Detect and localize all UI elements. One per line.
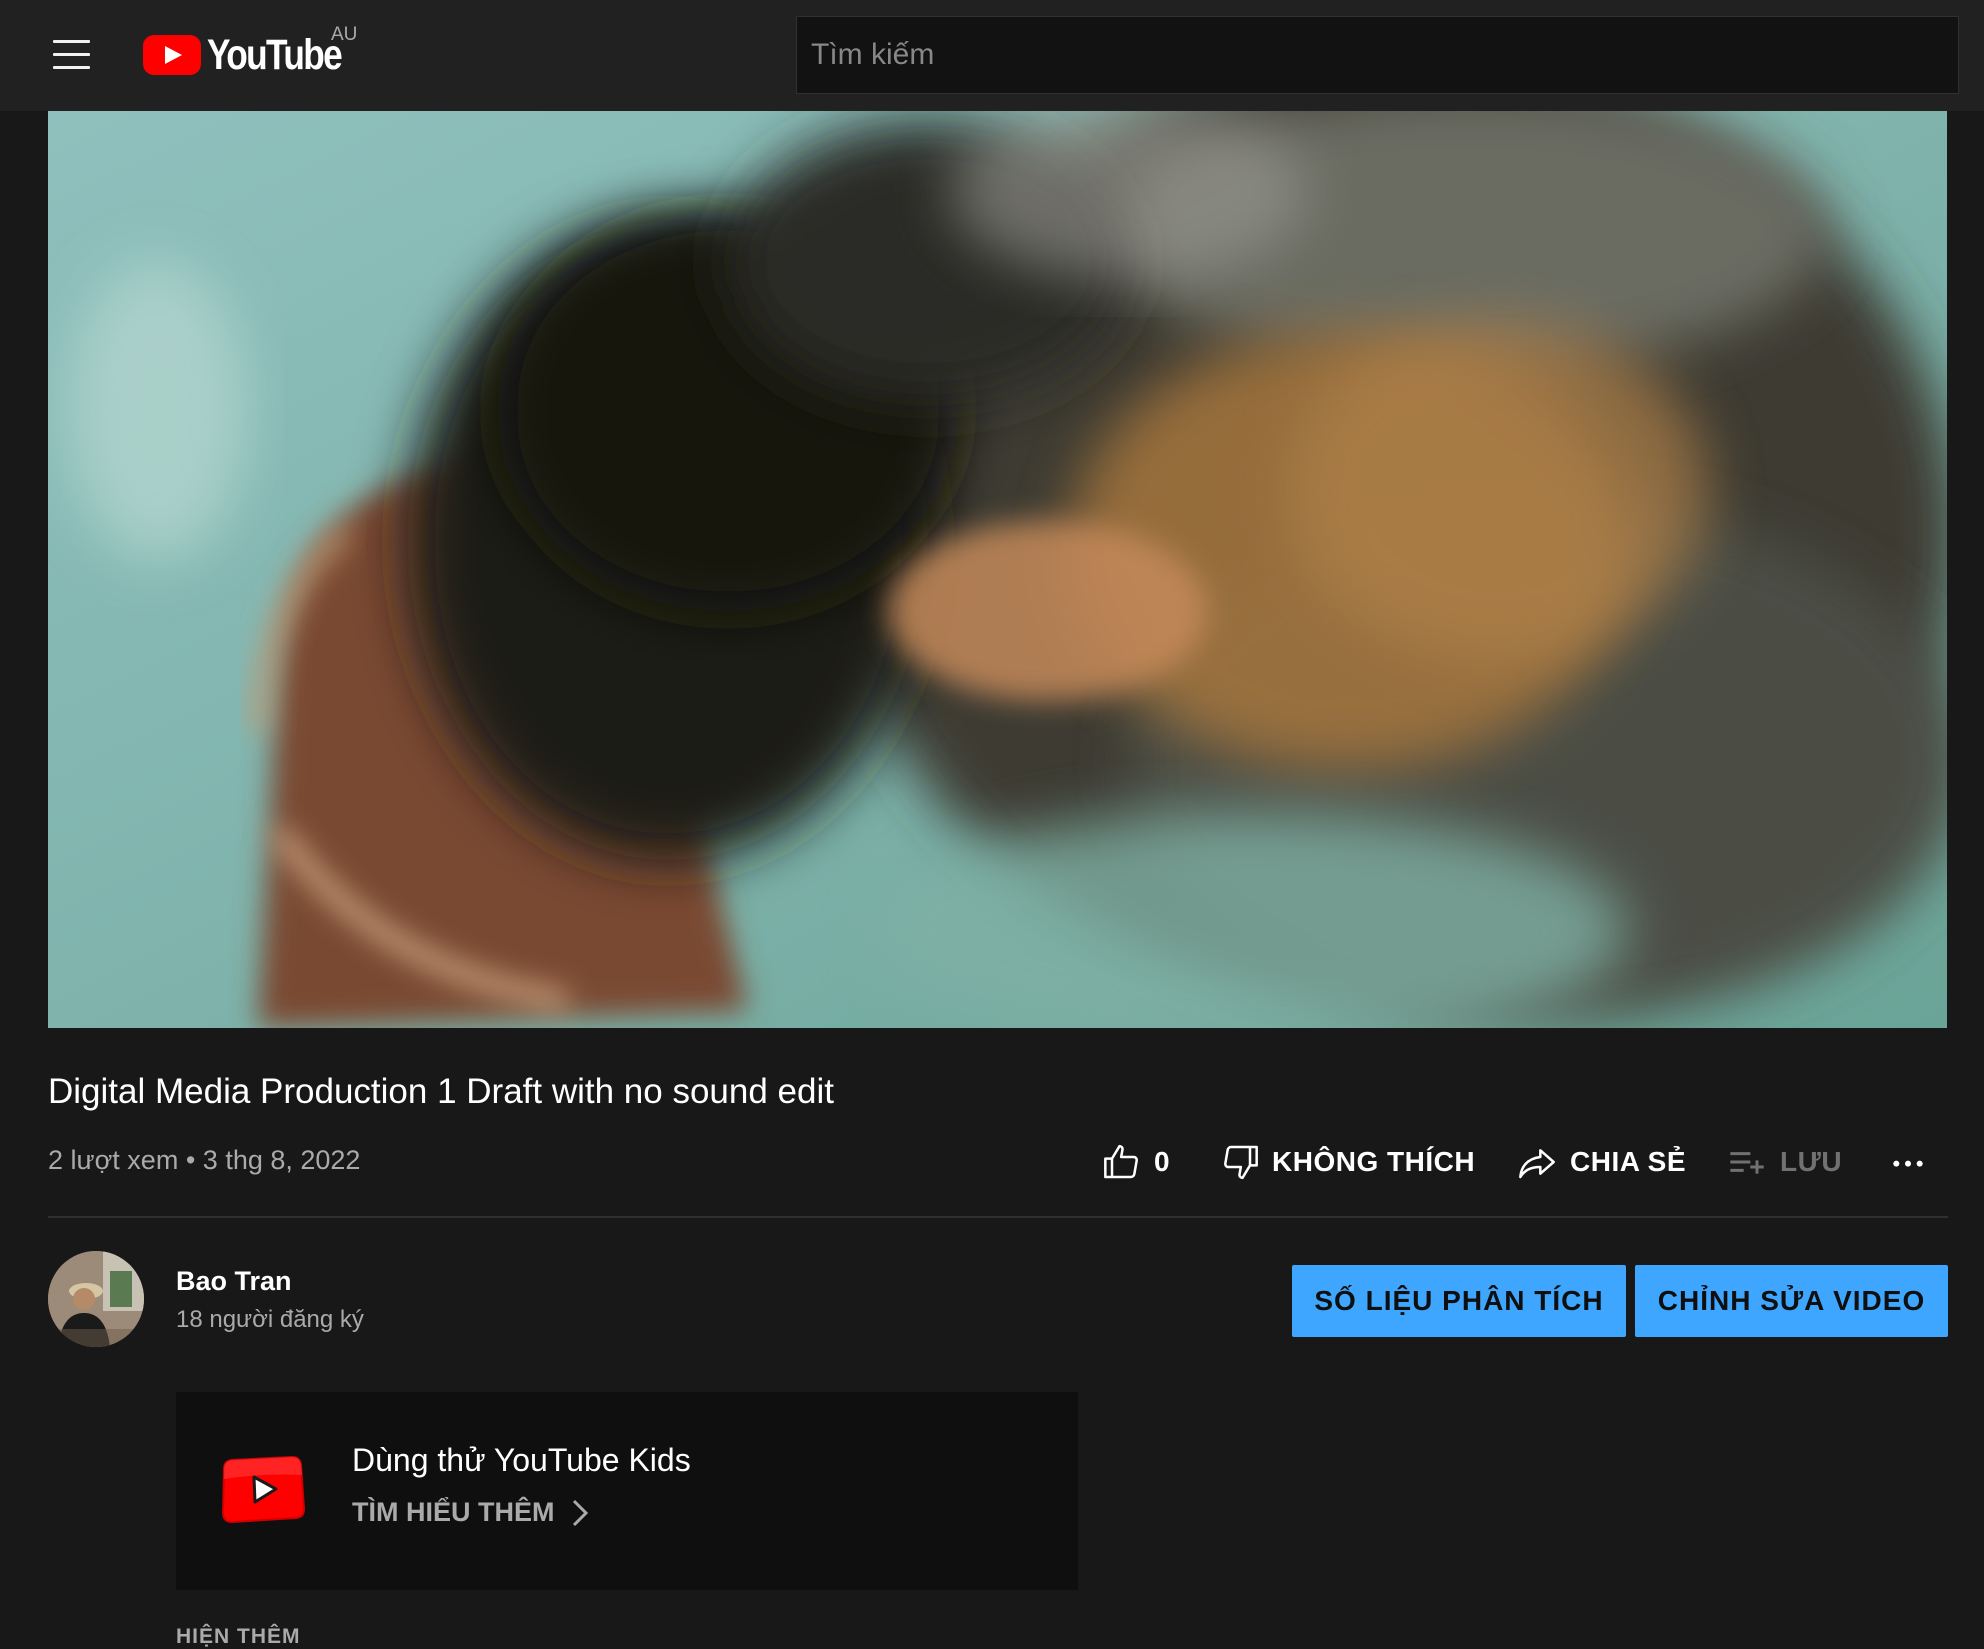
- video-player[interactable]: [48, 111, 1947, 1028]
- search-input[interactable]: [797, 17, 1958, 93]
- video-frame: [48, 111, 1947, 1028]
- edit-video-button[interactable]: CHỈNH SỬA VIDEO: [1635, 1265, 1948, 1337]
- channel-avatar[interactable]: [48, 1251, 144, 1347]
- playlist-add-icon: [1730, 1152, 1764, 1174]
- thumbs-up-icon: [1104, 1144, 1138, 1179]
- hamburger-icon-line: [53, 53, 90, 56]
- dislike-label: KHÔNG THÍCH: [1272, 1146, 1476, 1177]
- save-label: LƯU: [1780, 1146, 1843, 1177]
- hamburger-icon: [53, 40, 90, 43]
- analytics-button[interactable]: SỐ LIỆU PHÂN TÍCH: [1292, 1265, 1626, 1337]
- like-button[interactable]: 0: [1102, 1142, 1170, 1182]
- dislike-button[interactable]: KHÔNG THÍCH: [1220, 1142, 1475, 1182]
- share-button[interactable]: CHIA SẺ: [1516, 1142, 1686, 1182]
- more-actions-button[interactable]: [1888, 1142, 1940, 1182]
- share-label: CHIA SẺ: [1570, 1146, 1687, 1177]
- video-title: Digital Media Production 1 Draft with no…: [48, 1072, 834, 1111]
- divider: [48, 1216, 1948, 1218]
- search-box: [796, 16, 1959, 94]
- top-bar: YouTube AU: [0, 0, 1984, 111]
- more-horizontal-icon: [1893, 1160, 1923, 1167]
- logo-text: YouTube: [207, 30, 343, 79]
- promo-title: Dùng thử YouTube Kids: [352, 1442, 691, 1478]
- subscriber-count: 18 người đăng ký: [176, 1306, 364, 1333]
- upload-date: 3 thg 8, 2022: [202, 1145, 361, 1175]
- channel-name[interactable]: Bao Tran: [176, 1266, 292, 1297]
- video-meta: 2 lượt xem • 3 thg 8, 2022: [48, 1145, 360, 1176]
- hamburger-menu-button[interactable]: [48, 36, 96, 76]
- youtube-play-icon: [143, 35, 201, 75]
- youtube-kids-promo: Dùng thử YouTube Kids TÌM HIỂU THÊM: [176, 1392, 1078, 1590]
- chevron-right-icon: [572, 1499, 588, 1526]
- region-code: AU: [331, 24, 358, 45]
- show-more-button[interactable]: HIỆN THÊM: [176, 1625, 301, 1649]
- save-button[interactable]: LƯU: [1726, 1142, 1842, 1182]
- view-count: 2 lượt xem: [48, 1145, 179, 1175]
- meta-separator: •: [185, 1145, 196, 1175]
- youtube-kids-logo-icon[interactable]: [218, 1455, 306, 1525]
- learn-more-link[interactable]: TÌM HIỂU THÊM: [352, 1497, 589, 1528]
- share-arrow-icon: [1519, 1149, 1555, 1179]
- hamburger-icon-line: [53, 66, 90, 69]
- avatar-image: [48, 1251, 144, 1347]
- like-count: 0: [1154, 1146, 1171, 1177]
- thumbs-down-icon: [1224, 1145, 1258, 1180]
- learn-more-label: TÌM HIỂU THÊM: [352, 1497, 555, 1527]
